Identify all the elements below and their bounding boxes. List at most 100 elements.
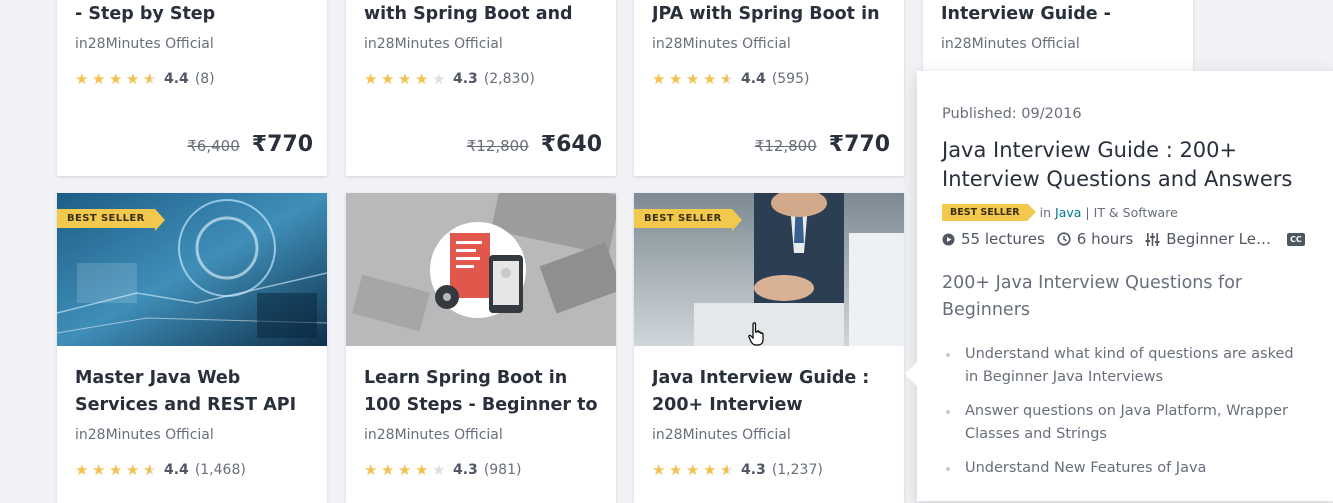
course-preview-popover[interactable]: Published: 09/2016 Java Interview Guide …: [905, 71, 1333, 501]
category-link[interactable]: Java: [1055, 205, 1081, 220]
parent-category[interactable]: IT & Software: [1094, 205, 1178, 220]
course-card[interactable]: Learn Spring Boot in 100 Steps - Beginne…: [346, 193, 616, 503]
level: Beginner Le…: [1166, 230, 1271, 248]
course-title[interactable]: Learn Spring Boot in 100 Steps - Beginne…: [364, 365, 598, 419]
star-icon: ★: [109, 69, 123, 88]
star-icon: ★: [652, 69, 666, 88]
course-title[interactable]: Master Microservices with Spring Boot an…: [364, 0, 598, 28]
list-item: Answer questions on Java Platform, Wrapp…: [942, 400, 1308, 445]
star-icon: ★: [703, 69, 717, 88]
course-title[interactable]: Java Interview Guide : 200+ Interview Qu…: [652, 365, 886, 419]
duration: 6 hours: [1076, 230, 1134, 248]
desk-app-illustration: [346, 193, 616, 346]
course-card[interactable]: Learn JShell with Java 9 - Step by Step …: [57, 0, 327, 176]
course-price: ₹12,800 ₹770: [755, 132, 890, 157]
level-sliders-icon: [1145, 232, 1160, 246]
star-icon: ★: [92, 69, 106, 88]
course-title[interactable]: Spring Framework Interview Guide - 200+…: [941, 0, 1175, 28]
course-meta: BEST SELLER in Java | IT & Software: [942, 204, 1308, 221]
star-icon: ★: [364, 460, 378, 479]
rating-count: (8): [194, 71, 215, 87]
rating-value: 4.4: [164, 71, 189, 87]
rating-value: 4.4: [164, 462, 189, 478]
list-item: Understand what kind of questions are as…: [942, 343, 1308, 388]
learning-objectives: Understand what kind of questions are as…: [942, 343, 1308, 480]
rating-value: 4.3: [453, 71, 478, 87]
course-title[interactable]: Master Java Web Services and REST API wi…: [75, 365, 309, 419]
rating-value: 4.3: [453, 462, 478, 478]
category-separator: |: [1085, 205, 1090, 220]
course-card[interactable]: BEST SELLER Java Interview Guide : 200+ …: [634, 193, 904, 503]
course-facts: 55 lectures 6 hours Beginner Le… CC: [942, 230, 1308, 248]
popover-arrow: [905, 362, 917, 386]
course-thumbnail[interactable]: [346, 193, 616, 346]
star-icon: ★: [703, 460, 717, 479]
star-icon: ★: [686, 69, 700, 88]
course-rating: ★★★★★ 4.3 (1,237): [652, 462, 886, 478]
star-icon: ★: [126, 460, 140, 479]
star-icon: ★: [686, 460, 700, 479]
original-price: ₹12,800: [754, 137, 817, 155]
star-icon: ★: [398, 460, 412, 479]
rating-count: (595): [771, 71, 810, 87]
star-icon: ★: [75, 460, 89, 479]
star-icon: ★: [398, 69, 412, 88]
course-headline: 200+ Java Interview Questions for Beginn…: [942, 273, 1243, 320]
course-card[interactable]: BEST SELLER Master Java Web Services and…: [57, 193, 327, 503]
lectures-count: 55 lectures: [961, 230, 1045, 248]
star-icon: ★: [652, 460, 666, 479]
star-icon: ★: [109, 460, 123, 479]
published-date: Published: 09/2016: [942, 106, 1082, 122]
course-rating: ★★★★★ 4.4 (1,468): [75, 462, 309, 478]
hand-cursor-icon: [748, 322, 764, 346]
duration-fact: 6 hours: [1057, 230, 1133, 248]
star-icon: ★: [669, 69, 683, 88]
original-price: ₹12,800: [466, 137, 529, 155]
course-thumbnail[interactable]: BEST SELLER: [57, 193, 327, 346]
course-card[interactable]: Master Hibernate and JPA with Spring Boo…: [634, 0, 904, 176]
rating-count: (1,468): [194, 462, 246, 478]
in-label: in: [1039, 205, 1052, 220]
half-star-icon: ★: [143, 462, 158, 478]
popover-course-title[interactable]: Java Interview Guide : 200+ Interview Qu…: [942, 136, 1308, 194]
star-empty-icon: ★: [432, 69, 446, 88]
course-title[interactable]: Master Hibernate and JPA with Spring Boo…: [652, 0, 886, 28]
rating-count: (981): [483, 462, 522, 478]
star-icon: ★: [92, 460, 106, 479]
sale-price: ₹770: [251, 132, 313, 157]
course-card[interactable]: Master Microservices with Spring Boot an…: [346, 0, 616, 176]
course-author: in28Minutes Official: [652, 36, 791, 52]
star-icon: ★: [381, 69, 395, 88]
rating-stars: ★ ★ ★ ★ ★: [75, 69, 158, 88]
star-icon: ★: [75, 69, 89, 88]
rating-value: 4.3: [741, 462, 766, 478]
best-seller-badge: BEST SELLER: [57, 209, 165, 231]
rating-stars: ★ ★ ★ ★ ★: [75, 460, 158, 479]
course-price: ₹12,800 ₹640: [467, 132, 602, 157]
half-star-icon: ★: [720, 71, 735, 87]
rating-stars: ★ ★ ★ ★ ★: [652, 69, 735, 88]
best-seller-badge: BEST SELLER: [942, 204, 1036, 221]
half-star-icon: ★: [720, 462, 735, 478]
star-icon: ★: [415, 460, 429, 479]
course-author: in28Minutes Official: [75, 36, 214, 52]
list-item: Understand New Features of Java: [942, 457, 1308, 480]
rating-value: 4.4: [741, 71, 766, 87]
sale-price: ₹770: [828, 132, 890, 157]
sale-price: ₹640: [540, 132, 602, 157]
half-star-icon: ★: [143, 71, 158, 87]
course-thumbnail[interactable]: BEST SELLER: [634, 193, 904, 346]
rating-count: (1,237): [771, 462, 823, 478]
rating-stars: ★ ★ ★ ★ ★: [364, 460, 447, 479]
closed-captions-icon: CC: [1286, 232, 1305, 246]
course-author: in28Minutes Official: [941, 36, 1080, 52]
star-empty-icon: ★: [432, 460, 446, 479]
course-title[interactable]: Learn JShell with Java 9 - Step by Step: [75, 0, 309, 28]
course-author: in28Minutes Official: [75, 427, 214, 443]
course-rating: ★ ★ ★ ★ ★ 4.3 (981): [364, 462, 598, 478]
course-price: ₹6,400 ₹770: [187, 132, 313, 157]
rating-count: (2,830): [483, 71, 535, 87]
course-rating: ★★★★★ 4.4 (8): [75, 71, 309, 87]
lectures-fact: 55 lectures: [942, 230, 1045, 248]
level-fact: Beginner Le…: [1145, 230, 1271, 248]
